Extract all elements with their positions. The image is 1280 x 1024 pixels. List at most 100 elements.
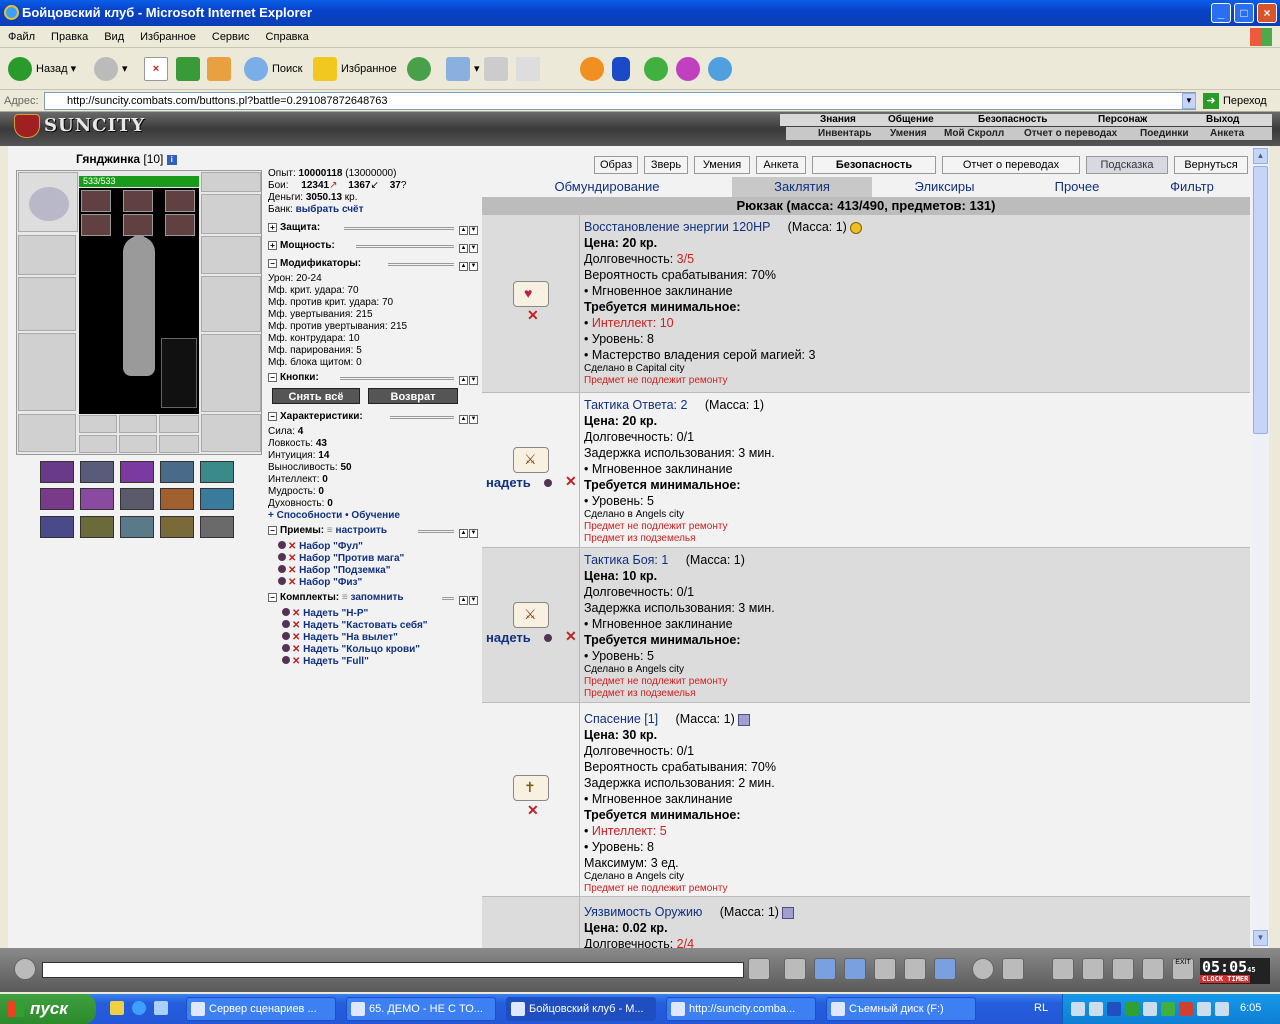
group-icon[interactable] [1142, 958, 1164, 980]
rune-slot[interactable] [165, 214, 195, 236]
slot-ring[interactable] [159, 415, 199, 433]
equipment-set-item[interactable]: ✕ Надеть "На вылет" [282, 632, 398, 643]
mail-button[interactable]: ▾ [446, 54, 480, 84]
chat-head-icon[interactable] [14, 958, 36, 980]
slot-boots[interactable] [201, 414, 261, 452]
messenger-button[interactable] [676, 54, 704, 84]
nav-my-scroll[interactable]: Мой Скролл [944, 127, 1004, 140]
item-name[interactable]: Спасение [1] [584, 712, 658, 726]
ability-icon[interactable] [40, 488, 74, 510]
nav-knowledge[interactable]: Знания [820, 114, 856, 126]
info-icon[interactable]: i [166, 154, 177, 165]
stop-button[interactable]: × [144, 54, 172, 84]
helmet-icon[interactable] [1002, 958, 1024, 980]
nav-character[interactable]: Персонаж [1098, 114, 1147, 126]
tab-return[interactable]: Вернуться [1174, 156, 1248, 174]
section-modifiers[interactable]: − Модификаторы: ▲ ▼ [268, 258, 478, 271]
tray-icon[interactable] [1125, 1002, 1139, 1016]
antivirus-tray-icon[interactable] [1179, 1002, 1193, 1016]
sets-remember-link[interactable]: запомнить [350, 592, 403, 603]
delete-icon[interactable]: ✕ [565, 473, 577, 490]
item-name[interactable]: Тактика Боя: 1 [584, 553, 668, 567]
training-link[interactable]: Обучение [351, 510, 400, 521]
chat-input[interactable] [42, 962, 744, 978]
ability-icon[interactable] [160, 488, 194, 510]
rune-slot[interactable] [123, 214, 153, 236]
tray-icon[interactable] [1143, 1002, 1157, 1016]
trick-set-item[interactable]: ✕ Набор "Фул" [278, 541, 363, 552]
rune-slot[interactable] [81, 214, 111, 236]
trick-set-item[interactable]: ✕ Набор "Физ" [278, 577, 362, 588]
tactic-scroll-icon[interactable]: ⚔ [513, 602, 549, 628]
section-protection[interactable]: + Защита: ▲ ▼ [268, 222, 478, 235]
bottle-icon[interactable] [1052, 958, 1074, 980]
heart-scroll-icon[interactable]: ♥ [513, 281, 549, 307]
icq-button[interactable] [644, 54, 672, 84]
search-button[interactable]: Поиск [244, 54, 302, 84]
task-removable-disk[interactable]: Съемный диск (F:) [826, 997, 976, 1021]
ability-icon[interactable] [80, 516, 114, 538]
eraser-icon[interactable] [784, 958, 806, 980]
nav-security[interactable]: Безопасность [978, 114, 1047, 126]
category-outfit[interactable]: Обмундирование [482, 177, 732, 197]
menu-favorites[interactable]: Избранное [132, 26, 204, 48]
icq-tray-icon[interactable] [1161, 1002, 1175, 1016]
section-sets[interactable]: − Комплекты: ≡ запомнить ▲ ▼ [268, 592, 478, 605]
tray-icon[interactable] [1215, 1002, 1229, 1016]
equipment-set-item[interactable]: ✕ Надеть "Full" [282, 656, 369, 667]
menu-edit[interactable]: Правка [43, 26, 96, 48]
back-button[interactable]: Назад ▾ [8, 54, 76, 84]
nav-exit[interactable]: Выход [1206, 114, 1239, 126]
refresh-button[interactable] [176, 54, 204, 84]
volume-tray-icon[interactable] [1197, 1002, 1211, 1016]
slot-armor[interactable] [18, 333, 76, 411]
section-power[interactable]: + Мощность: ▲ ▼ [268, 240, 478, 253]
fighter-icon[interactable] [874, 958, 896, 980]
favorites-button[interactable]: Избранное [313, 54, 397, 84]
print-button[interactable] [484, 54, 512, 84]
rune-slot[interactable] [81, 190, 111, 212]
slot-shield[interactable] [201, 276, 261, 332]
slot-pants[interactable] [201, 334, 261, 412]
trick-set-item[interactable]: ✕ Набор "Против мага" [278, 553, 404, 564]
ability-icon[interactable] [80, 488, 114, 510]
mail-at-button[interactable] [580, 54, 608, 84]
tab-security[interactable]: Безопасность [812, 156, 936, 174]
slot-necklace[interactable] [201, 194, 261, 234]
filter-icon[interactable] [814, 958, 836, 980]
start-button[interactable]: пуск [0, 994, 96, 1024]
rune-slot[interactable] [165, 190, 195, 212]
scroll-icon[interactable] [1082, 958, 1104, 980]
bear-icon[interactable] [544, 634, 552, 642]
bear-icon[interactable] [544, 479, 552, 487]
ie-quicklaunch-icon[interactable] [132, 1001, 146, 1015]
bag-icon[interactable] [1112, 958, 1134, 980]
ability-icon[interactable] [160, 516, 194, 538]
desktop-quicklaunch-icon[interactable] [154, 1001, 168, 1015]
smiley-icon[interactable] [972, 958, 994, 980]
slot-ring[interactable] [79, 415, 117, 433]
task-script-server[interactable]: Сервер сценариев ... [186, 997, 336, 1021]
equipment-set-item[interactable]: ✕ Надеть "Кастовать себя" [282, 620, 428, 631]
scroll-up-icon[interactable]: ▲ [1253, 148, 1268, 164]
slot-belt[interactable] [18, 414, 76, 452]
item-name[interactable]: Восстановление энергии 120HP [584, 220, 770, 234]
delete-icon[interactable]: ✕ [527, 802, 539, 819]
exit-icon[interactable]: EXIT [1172, 958, 1194, 980]
ability-icon[interactable] [120, 461, 154, 483]
nav-profile[interactable]: Анкета [1210, 127, 1244, 140]
address-input[interactable]: http://suncity.combats.com/buttons.pl?ba… [44, 92, 1196, 110]
tactic-scroll-icon[interactable]: ⚔ [513, 447, 549, 473]
slot-ring[interactable] [119, 415, 157, 433]
tray-icon[interactable] [1071, 1002, 1085, 1016]
maximize-button[interactable]: □ [1234, 3, 1254, 23]
equip-link[interactable]: надеть [486, 630, 531, 645]
address-dropdown-icon[interactable]: ▼ [1182, 93, 1196, 109]
history-button[interactable] [407, 54, 435, 84]
salvation-scroll-icon[interactable]: ✝ [513, 775, 549, 801]
nav-inventory[interactable]: Инвентарь [818, 127, 872, 140]
ability-icon[interactable] [160, 461, 194, 483]
slot-bracelet[interactable] [119, 435, 157, 453]
category-elixirs[interactable]: Эликсиры [872, 177, 1017, 197]
tab-skills[interactable]: Умения [694, 156, 750, 174]
